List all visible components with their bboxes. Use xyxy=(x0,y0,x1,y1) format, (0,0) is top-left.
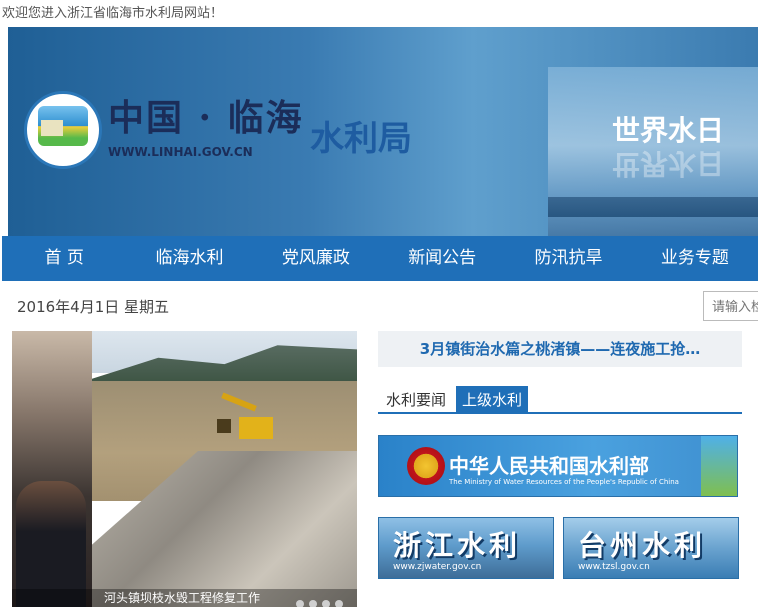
meeting-photo xyxy=(12,331,92,607)
national-emblem-icon xyxy=(407,447,445,485)
slide-dot[interactable] xyxy=(322,600,330,607)
nav-party-integrity[interactable]: 党风廉政 xyxy=(253,236,379,281)
mwr-subtitle: The Ministry of Water Resources of the P… xyxy=(449,478,679,486)
slide-dot[interactable] xyxy=(335,600,343,607)
banner-shore xyxy=(548,197,758,217)
event-title-reflection: 世界水日 xyxy=(612,147,725,180)
current-date: 2016年4月1日 星期五 xyxy=(17,298,170,316)
nav-news[interactable]: 新闻公告 xyxy=(379,236,505,281)
zj-water-link[interactable]: 浙江水利 www.zjwater.gov.cn xyxy=(378,517,554,579)
news-tabs: 水利要闻 上级水利 xyxy=(378,386,742,414)
tz-water-link[interactable]: 台州水利 www.tzsl.gov.cn xyxy=(563,517,739,579)
tab-water-news[interactable]: 水利要闻 xyxy=(380,386,452,414)
search-input[interactable] xyxy=(703,291,758,321)
brand-name: 中国 · 临海 xyxy=(108,97,304,139)
welcome-text: 欢迎您进入浙江省临海市水利局网站！ xyxy=(2,6,224,21)
news-slideshow[interactable]: 河头镇坝枝水毁工程修复工作 xyxy=(12,331,357,607)
tz-url: www.tzsl.gov.cn xyxy=(578,562,650,572)
main-nav: 首 页 临海水利 党风廉政 新闻公告 防汛抗旱 业务专题 xyxy=(2,236,758,281)
mwr-title: 中华人民共和国水利部 xyxy=(449,454,649,478)
mwr-picture xyxy=(701,436,737,496)
tab-superior-water[interactable]: 上级水利 xyxy=(456,386,529,414)
brand-url: WWW.LINHAI.GOV.CN xyxy=(108,145,253,159)
slide-dot[interactable] xyxy=(309,600,317,607)
nav-home[interactable]: 首 页 xyxy=(2,236,126,281)
zj-title: 浙江水利 xyxy=(393,529,522,562)
linhai-logo[interactable] xyxy=(24,91,102,169)
logo-wall-icon xyxy=(41,120,63,136)
event-title: 世界水日 xyxy=(612,114,725,147)
department-name: 水利局 xyxy=(310,119,412,159)
site-banner: 中国 · 临海 WWW.LINHAI.GOV.CN 水利局 世界水日 世界水日 xyxy=(8,27,758,236)
headline-link[interactable]: 3月镇街治水篇之桃渚镇——连夜施工抢… xyxy=(378,331,742,367)
tz-title: 台州水利 xyxy=(578,529,707,562)
nav-topics[interactable]: 业务专题 xyxy=(632,236,758,281)
slide-dot[interactable] xyxy=(296,600,304,607)
mwr-link-banner[interactable]: 中华人民共和国水利部 The Ministry of Water Resourc… xyxy=(378,435,738,497)
nav-linhai-water[interactable]: 临海水利 xyxy=(126,236,252,281)
nav-flood-drought[interactable]: 防汛抗旱 xyxy=(505,236,631,281)
excavator-icon xyxy=(217,392,277,448)
slide-indicators xyxy=(296,600,343,607)
zj-url: www.zjwater.gov.cn xyxy=(393,562,482,572)
